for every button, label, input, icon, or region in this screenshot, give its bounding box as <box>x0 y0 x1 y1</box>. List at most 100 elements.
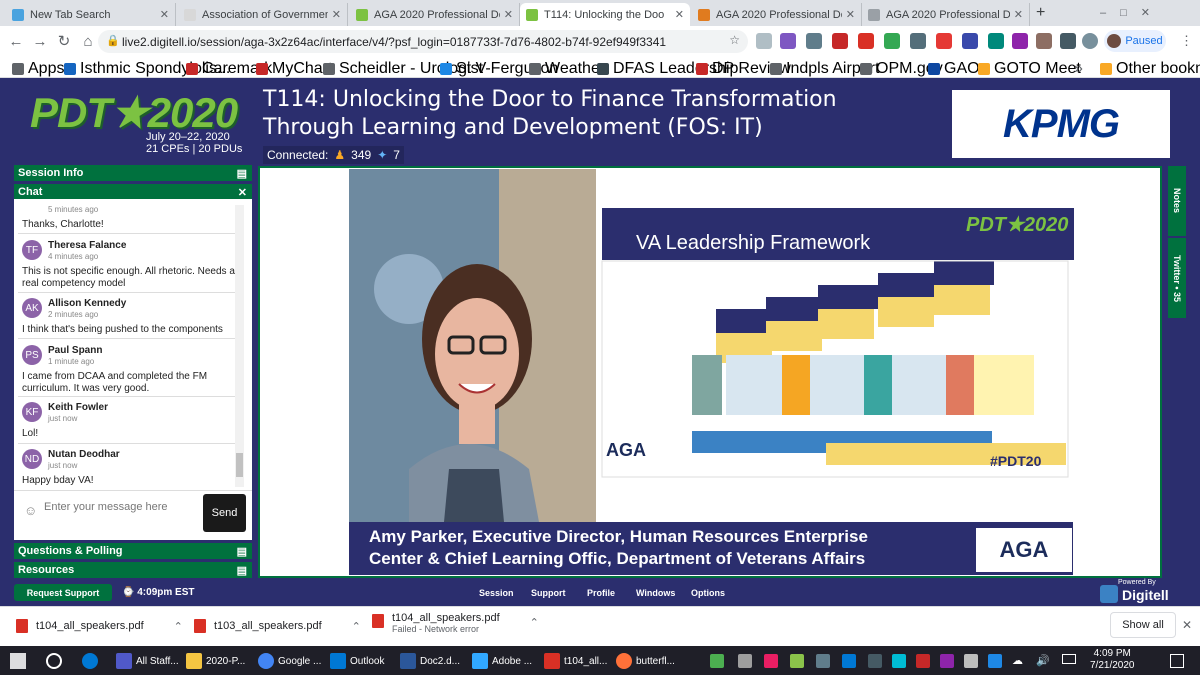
download-item[interactable]: t104_all_speakers.pdf ⌃ <box>16 612 183 640</box>
bookmark-apps[interactable]: Apps <box>12 60 64 78</box>
extension-icon[interactable] <box>962 33 978 49</box>
cloud-icon[interactable]: ☁ <box>1012 654 1023 667</box>
chat-message-input[interactable]: Enter your message here <box>18 495 200 533</box>
taskbar-item-teams[interactable]: All Staff... <box>116 650 179 672</box>
extension-icon[interactable] <box>988 33 1004 49</box>
extension-icon[interactable] <box>780 33 796 49</box>
chevron-up-icon[interactable]: ⌃ <box>530 616 539 629</box>
questions-polling-header[interactable]: Questions & Polling ▤ <box>14 543 252 559</box>
chat-scroll-thumb[interactable] <box>236 453 243 477</box>
menu-icon[interactable]: ⋮ <box>1180 33 1193 49</box>
panel-icon[interactable]: ▤ <box>237 564 247 577</box>
twitter-tab[interactable]: Twitter • 35 <box>1168 238 1186 318</box>
close-icon[interactable]: ✕ <box>160 8 169 21</box>
edge-icon[interactable] <box>82 653 98 669</box>
session-info-header[interactable]: Session Info ▤ <box>14 165 252 181</box>
tab-t114-active[interactable]: T114: Unlocking the Doo ✕ <box>520 3 690 26</box>
notification-icon[interactable] <box>1170 654 1184 668</box>
close-icon[interactable]: ✕ <box>504 8 513 21</box>
close-icon[interactable]: ✕ <box>846 8 855 21</box>
taskbar-item-folder[interactable]: 2020-P... <box>186 650 245 672</box>
extension-icon[interactable] <box>884 33 900 49</box>
avatar[interactable] <box>1082 33 1098 49</box>
extension-icon[interactable] <box>910 33 926 49</box>
battery-icon[interactable] <box>1062 654 1076 664</box>
menu-support[interactable]: Support <box>531 588 566 598</box>
bookmark-weather[interactable]: Weather <box>529 60 605 78</box>
tray-icon[interactable] <box>710 654 724 668</box>
menu-profile[interactable]: Profile <box>587 588 615 598</box>
close-icon[interactable]: ✕ <box>675 8 684 21</box>
download-item-failed[interactable]: t104_all_speakers.pdf Failed - Network er… <box>372 612 539 640</box>
globe-icon <box>770 63 782 75</box>
back-icon[interactable]: ← <box>4 33 28 50</box>
chat-scrollbar[interactable] <box>235 205 244 487</box>
tab-aga-pdt-2[interactable]: AGA 2020 Professional Devel✕ <box>692 3 862 26</box>
reload-icon[interactable]: ↻ <box>52 32 76 50</box>
bookmark-goto-meet[interactable]: GOTO Meet <box>978 60 1081 78</box>
profile-paused-button[interactable]: Paused <box>1104 30 1166 52</box>
taskbar-item-photoshop[interactable]: Adobe ... <box>472 650 532 672</box>
tray-icon[interactable] <box>964 654 978 668</box>
tray-icon[interactable] <box>892 654 906 668</box>
resources-header[interactable]: Resources ▤ <box>14 562 252 578</box>
taskbar-item-word[interactable]: Doc2.d... <box>400 650 460 672</box>
notes-tab[interactable]: Notes <box>1168 166 1186 236</box>
taskbar-item-pdf[interactable]: t104_all... <box>544 650 607 672</box>
close-icon[interactable]: ✕ <box>1182 618 1192 632</box>
close-icon[interactable]: ✕ <box>238 186 247 199</box>
forward-icon[interactable]: → <box>28 33 52 50</box>
chat-header[interactable]: Chat ✕ <box>14 184 252 200</box>
bookmark-gao[interactable]: GAO <box>928 60 980 78</box>
close-icon[interactable]: ✕ <box>1014 8 1023 21</box>
extension-icon[interactable] <box>1036 33 1052 49</box>
extension-icon[interactable] <box>806 33 822 49</box>
tray-icon[interactable] <box>738 654 752 668</box>
volume-icon[interactable]: 🔊 <box>1036 654 1050 667</box>
tab-aga-pdt-3[interactable]: AGA 2020 Professional Devel✕ <box>862 3 1030 26</box>
panel-icon[interactable]: ▤ <box>237 545 247 558</box>
tab-new-tab-search[interactable]: New Tab Search ✕ <box>6 3 176 26</box>
bookmarks-overflow-chevron[interactable]: » <box>1074 60 1083 78</box>
show-all-downloads-button[interactable]: Show all <box>1110 612 1176 638</box>
bookmark-other[interactable]: Other bookmarks <box>1100 60 1200 78</box>
extension-icon[interactable] <box>832 33 848 49</box>
tray-icon[interactable] <box>816 654 830 668</box>
taskbar-item-outlook[interactable]: Outlook <box>330 650 384 672</box>
request-support-button[interactable]: Request Support <box>14 584 112 601</box>
extension-icon[interactable] <box>858 33 874 49</box>
tray-icon[interactable] <box>916 654 930 668</box>
tray-icon[interactable] <box>790 654 804 668</box>
bluetooth-icon[interactable] <box>988 654 1002 668</box>
puzzle-icon[interactable] <box>1060 33 1076 49</box>
star-icon[interactable]: ☆ <box>729 33 740 47</box>
menu-options[interactable]: Options <box>691 588 725 598</box>
window-controls[interactable]: –□✕ <box>1100 6 1164 19</box>
chevron-up-icon[interactable]: ⌃ <box>174 620 183 633</box>
system-clock[interactable]: 4:09 PM 7/21/2020 <box>1090 648 1135 672</box>
bookmark-mychart[interactable]: MyChart <box>256 60 332 78</box>
taskbar-item-firefox[interactable]: butterfl... <box>616 650 675 672</box>
panel-icon[interactable]: ▤ <box>237 167 247 180</box>
menu-windows[interactable]: Windows <box>636 588 675 598</box>
close-icon[interactable]: ✕ <box>332 8 341 21</box>
extension-icon[interactable] <box>1012 33 1028 49</box>
menu-session[interactable]: Session <box>479 588 514 598</box>
search-icon[interactable] <box>46 653 62 669</box>
chevron-up-icon[interactable]: ⌃ <box>352 620 361 633</box>
tab-aga-pdt[interactable]: AGA 2020 Professional Devel✕ <box>350 3 520 26</box>
tray-icon[interactable] <box>868 654 882 668</box>
home-icon[interactable]: ⌂ <box>76 33 100 50</box>
tab-association-of-government[interactable]: Association of Government A✕ <box>178 3 348 26</box>
address-bar[interactable]: 🔒 live2.digitell.io/session/aga-3x2z64ac… <box>98 30 748 53</box>
new-tab-button[interactable]: + <box>1036 4 1045 22</box>
tray-icon[interactable] <box>764 654 778 668</box>
taskbar-item-chrome[interactable]: Google ... <box>258 650 321 672</box>
send-button[interactable]: Send <box>203 494 246 532</box>
windows-start-icon[interactable] <box>10 653 26 669</box>
tray-icon[interactable] <box>940 654 954 668</box>
download-item[interactable]: t103_all_speakers.pdf ⌃ <box>194 612 361 640</box>
extension-icon[interactable] <box>936 33 952 49</box>
extension-icon[interactable] <box>756 33 772 49</box>
tray-icon[interactable] <box>842 654 856 668</box>
